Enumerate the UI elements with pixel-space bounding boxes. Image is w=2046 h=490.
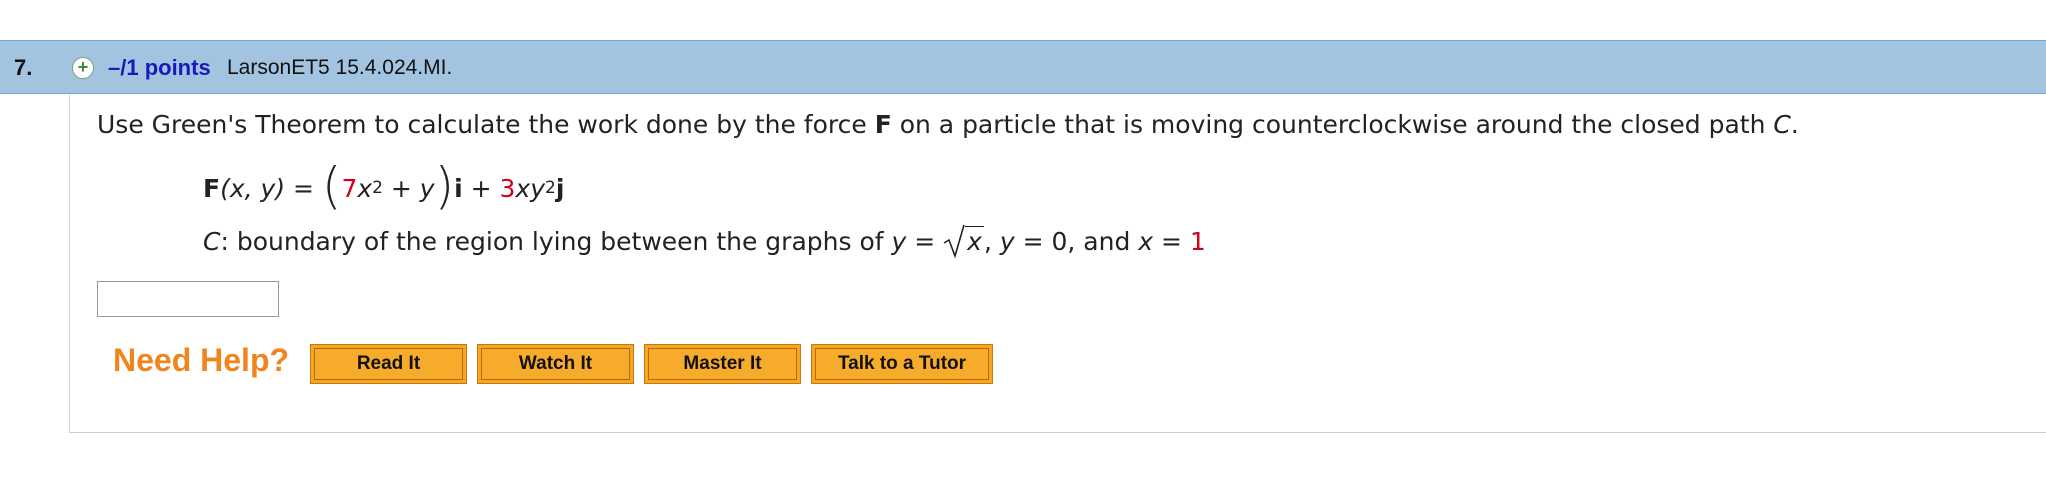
formula-args: (x, y): [220, 173, 286, 203]
question-source: LarsonET5 15.4.024.MI.: [227, 56, 453, 79]
read-it-button[interactable]: Read It: [310, 344, 467, 384]
points-label: –/1 points: [108, 55, 211, 80]
formula-x: x: [357, 173, 373, 203]
path-x-value: 1: [1189, 227, 1206, 256]
path-symbol: C: [1773, 110, 1791, 139]
master-it-button[interactable]: Master It: [644, 344, 801, 384]
sqrt-radicand: x: [965, 226, 984, 256]
formula-coef1: 7: [341, 173, 358, 203]
close-paren: ): [434, 157, 455, 215]
question-header: 7. + –/1 points LarsonET5 15.4.024.MI.: [0, 40, 2046, 94]
talk-to-tutor-label: Talk to a Tutor: [815, 348, 989, 380]
force-symbol: F: [874, 110, 892, 139]
expand-plus-icon[interactable]: +: [72, 57, 94, 79]
force-formula: F (x, y) = (7 x 2 + y) i + 3 xy 2 j: [203, 157, 565, 216]
open-paren: (: [321, 157, 342, 215]
need-help-label: Need Help?: [113, 342, 290, 378]
answer-input[interactable]: [97, 281, 279, 317]
read-it-label: Read It: [314, 348, 463, 380]
path-mid: ,: [983, 227, 1000, 256]
path-eq2: = 0, and: [1014, 227, 1139, 256]
watch-it-button[interactable]: Watch It: [477, 344, 634, 384]
formula-i: i: [454, 173, 463, 203]
formula-F: F: [203, 173, 221, 203]
question-number: 7.: [14, 55, 33, 80]
path-eq1: =: [906, 227, 944, 256]
path-C: C: [203, 227, 221, 256]
question-prompt: Use Green's Theorem to calculate the wor…: [97, 110, 1799, 139]
formula-exp1: 2: [372, 178, 383, 198]
sqrt-symbol: x: [943, 224, 984, 259]
path-eq3: =: [1153, 227, 1190, 256]
prompt-text: on a particle that is moving countercloc…: [891, 110, 1774, 139]
talk-to-tutor-button[interactable]: Talk to a Tutor: [811, 344, 993, 384]
path-description: C: boundary of the region lying between …: [203, 224, 1206, 259]
formula-plus-y: + y: [382, 173, 435, 203]
watch-it-label: Watch It: [481, 348, 630, 380]
formula-j: j: [555, 173, 565, 203]
formula-exp2: 2: [545, 178, 556, 198]
path-text: : boundary of the region lying between t…: [220, 227, 892, 256]
path-y2: y: [999, 227, 1015, 256]
master-it-label: Master It: [648, 348, 797, 380]
prompt-text: .: [1790, 110, 1799, 139]
path-x: x: [1138, 227, 1154, 256]
formula-xy: xy: [515, 173, 546, 203]
prompt-text: Use Green's Theorem to calculate the wor…: [97, 110, 875, 139]
formula-equals: =: [285, 173, 322, 203]
formula-coef2: 3: [499, 173, 516, 203]
path-y1: y: [891, 227, 907, 256]
formula-plus: +: [462, 173, 500, 203]
